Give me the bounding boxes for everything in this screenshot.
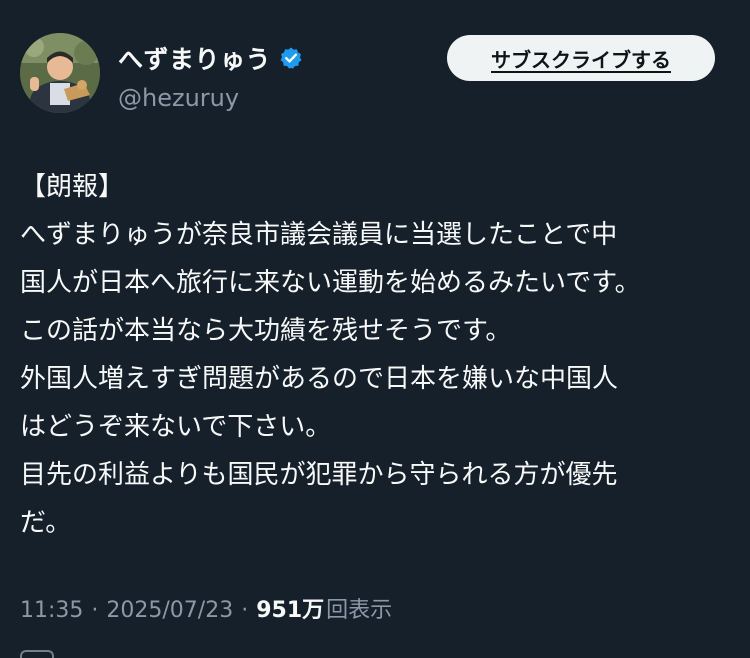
author-block: へずまりゅう @hezuruy [118, 40, 303, 112]
views-count: 951万 [256, 598, 325, 623]
display-name[interactable]: へずまりゅう [118, 40, 271, 76]
avatar-image [20, 33, 100, 113]
verified-badge-icon [279, 46, 303, 70]
tweet-line: 【朗報】 [20, 172, 125, 202]
subscribe-button[interactable]: サブスクライブする [447, 35, 715, 81]
meta-separator: · [91, 598, 99, 623]
tweet-line: この話が本当なら大功績を残せそうです。 [20, 316, 512, 346]
tweet-card: へずまりゅう @hezuruy サブスクライブする 【朗報】 へずまりゅうが奈良… [0, 0, 750, 658]
handle[interactable]: @hezuruy [118, 84, 303, 112]
tweet-text: 【朗報】 へずまりゅうが奈良市議会議員に当選したことで中 国人が日本へ旅行に来な… [20, 163, 735, 547]
tweet-line: だ。 [20, 508, 72, 538]
tweet-date[interactable]: 2025/07/23 [106, 598, 233, 623]
tweet-line: 目先の利益よりも国民が犯罪から守られる方が優先 [20, 460, 618, 490]
meta-separator: · [241, 598, 249, 623]
reply-icon[interactable] [20, 650, 54, 658]
tweet-line: へずまりゅうが奈良市議会議員に当選したことで中 [20, 220, 618, 250]
tweet-meta: 11:35 · 2025/07/23 · 951万 回表示 [20, 592, 392, 624]
tweet-time[interactable]: 11:35 [20, 598, 83, 623]
avatar[interactable] [20, 33, 100, 113]
tweet-line: 国人が日本へ旅行に来ない運動を始めるみたいです。 [20, 268, 641, 298]
tweet-line: はどうぞ来ないで下さい。 [20, 412, 332, 442]
tweet-line: 外国人増えすぎ問題があるので日本を嫌いな中国人 [20, 364, 619, 394]
display-name-row: へずまりゅう [118, 40, 303, 76]
views-label: 回表示 [326, 598, 393, 623]
